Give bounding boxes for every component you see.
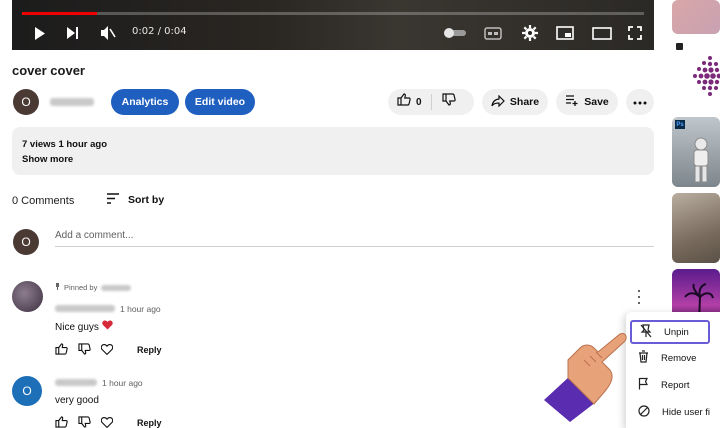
second-like-icon[interactable] bbox=[55, 416, 68, 428]
unpin-icon bbox=[640, 323, 652, 341]
video-stats: 7 views 1 hour ago bbox=[22, 139, 107, 150]
channel-name-redacted[interactable] bbox=[50, 98, 94, 106]
comment-text: Nice guys bbox=[55, 320, 113, 333]
second-reply-button[interactable]: Reply bbox=[137, 418, 162, 428]
astronaut-figure-icon bbox=[693, 137, 709, 183]
settings-icon[interactable] bbox=[522, 22, 538, 44]
comment-context-menu: Unpin Remove Report Hide user fi bbox=[626, 312, 720, 428]
mute-icon[interactable] bbox=[100, 22, 116, 44]
second-comment-actions: Reply bbox=[55, 416, 162, 428]
add-comment-underline bbox=[55, 246, 654, 247]
video-player[interactable]: 0:02 / 0:04 bbox=[12, 0, 654, 50]
autoplay-toggle-icon[interactable] bbox=[444, 22, 466, 44]
related-thumbnail[interactable] bbox=[672, 0, 720, 34]
second-comment-text: very good bbox=[55, 395, 99, 406]
edit-video-button[interactable]: Edit video bbox=[185, 89, 255, 115]
reply-button[interactable]: Reply bbox=[137, 345, 162, 355]
heart-emoji-icon bbox=[101, 320, 113, 333]
menu-item-hide-user[interactable]: Hide user fi bbox=[626, 400, 720, 424]
pinned-label: Pinned by bbox=[55, 283, 132, 292]
comment-text-body: Nice guys bbox=[55, 322, 99, 333]
hide-user-label: Hide user fi bbox=[662, 406, 711, 418]
pinned-by-redacted bbox=[101, 284, 132, 291]
show-more-link[interactable]: Show more bbox=[22, 154, 73, 165]
video-title: cover cover bbox=[12, 63, 85, 78]
like-dislike-group: 0 bbox=[388, 89, 474, 115]
theater-icon[interactable] bbox=[592, 22, 612, 44]
comment-time: 1 hour ago bbox=[120, 304, 161, 314]
save-playlist-icon bbox=[565, 95, 579, 109]
comment-dislike-icon[interactable] bbox=[78, 343, 91, 357]
like-count: 0 bbox=[416, 96, 422, 108]
pointing-hand-icon bbox=[544, 333, 627, 422]
dislike-icon[interactable] bbox=[441, 93, 456, 111]
fullscreen-icon[interactable] bbox=[628, 22, 642, 44]
second-dislike-icon[interactable] bbox=[78, 416, 91, 428]
photoshop-logo-icon: Ps bbox=[675, 120, 685, 129]
user-avatar: O bbox=[13, 229, 39, 255]
like-icon[interactable] bbox=[397, 93, 411, 111]
second-commenter-name-redacted[interactable] bbox=[55, 379, 97, 386]
comment-more-icon[interactable] bbox=[636, 290, 642, 304]
pinned-prefix: Pinned by bbox=[64, 283, 98, 292]
next-icon[interactable] bbox=[66, 22, 79, 44]
dotted-pattern-icon bbox=[693, 56, 720, 96]
menu-item-unpin[interactable]: Unpin bbox=[630, 320, 710, 344]
share-button[interactable]: Share bbox=[482, 89, 548, 115]
channel-avatar[interactable]: O bbox=[13, 89, 39, 115]
related-thumbnail[interactable] bbox=[672, 193, 720, 263]
analytics-button[interactable]: Analytics bbox=[111, 89, 179, 115]
thumbnail-badge-icon bbox=[676, 43, 683, 50]
commenter-avatar[interactable] bbox=[12, 281, 43, 312]
sort-label: Sort by bbox=[128, 194, 165, 206]
share-label: Share bbox=[509, 96, 540, 108]
menu-item-report[interactable]: Report bbox=[626, 373, 720, 397]
pin-icon bbox=[55, 283, 60, 292]
timecode: 0:02 / 0:04 bbox=[132, 26, 187, 37]
comment-heart-icon[interactable] bbox=[100, 343, 114, 357]
commenter-name-redacted[interactable] bbox=[55, 305, 115, 312]
play-icon[interactable] bbox=[34, 22, 46, 44]
remove-label: Remove bbox=[661, 352, 697, 364]
share-icon bbox=[491, 94, 505, 110]
comment-like-icon[interactable] bbox=[55, 343, 68, 357]
comments-count: 0 Comments bbox=[12, 195, 75, 207]
second-comment-time: 1 hour ago bbox=[102, 378, 143, 388]
miniplayer-icon[interactable] bbox=[556, 22, 574, 44]
add-comment-input[interactable]: Add a comment... bbox=[55, 230, 133, 241]
comment-actions: Reply bbox=[55, 343, 162, 357]
related-thumbnail[interactable]: Ps bbox=[672, 117, 720, 187]
player-controls: 0:02 / 0:04 bbox=[12, 22, 654, 44]
sort-icon bbox=[106, 193, 120, 207]
youtube-studio-watch-page: 0:02 / 0:04 cover cover O Analytics Edit… bbox=[0, 0, 720, 428]
progress-bar[interactable] bbox=[22, 12, 644, 15]
sort-by-button[interactable]: Sort by bbox=[106, 193, 164, 207]
second-heart-icon[interactable] bbox=[100, 416, 114, 428]
progress-fill bbox=[22, 12, 97, 15]
second-commenter-avatar[interactable]: O bbox=[12, 376, 42, 406]
like-divider bbox=[430, 94, 432, 110]
related-thumbnail[interactable] bbox=[672, 40, 720, 110]
save-label: Save bbox=[584, 96, 609, 108]
captions-icon[interactable] bbox=[484, 22, 502, 44]
unpin-label: Unpin bbox=[664, 326, 689, 338]
menu-item-remove[interactable]: Remove bbox=[626, 346, 720, 370]
more-horizontal-icon bbox=[633, 96, 647, 108]
report-label: Report bbox=[661, 379, 690, 391]
more-actions-button[interactable] bbox=[626, 89, 654, 115]
description-box[interactable]: 7 views 1 hour ago Show more bbox=[12, 127, 654, 175]
save-button[interactable]: Save bbox=[556, 89, 618, 115]
